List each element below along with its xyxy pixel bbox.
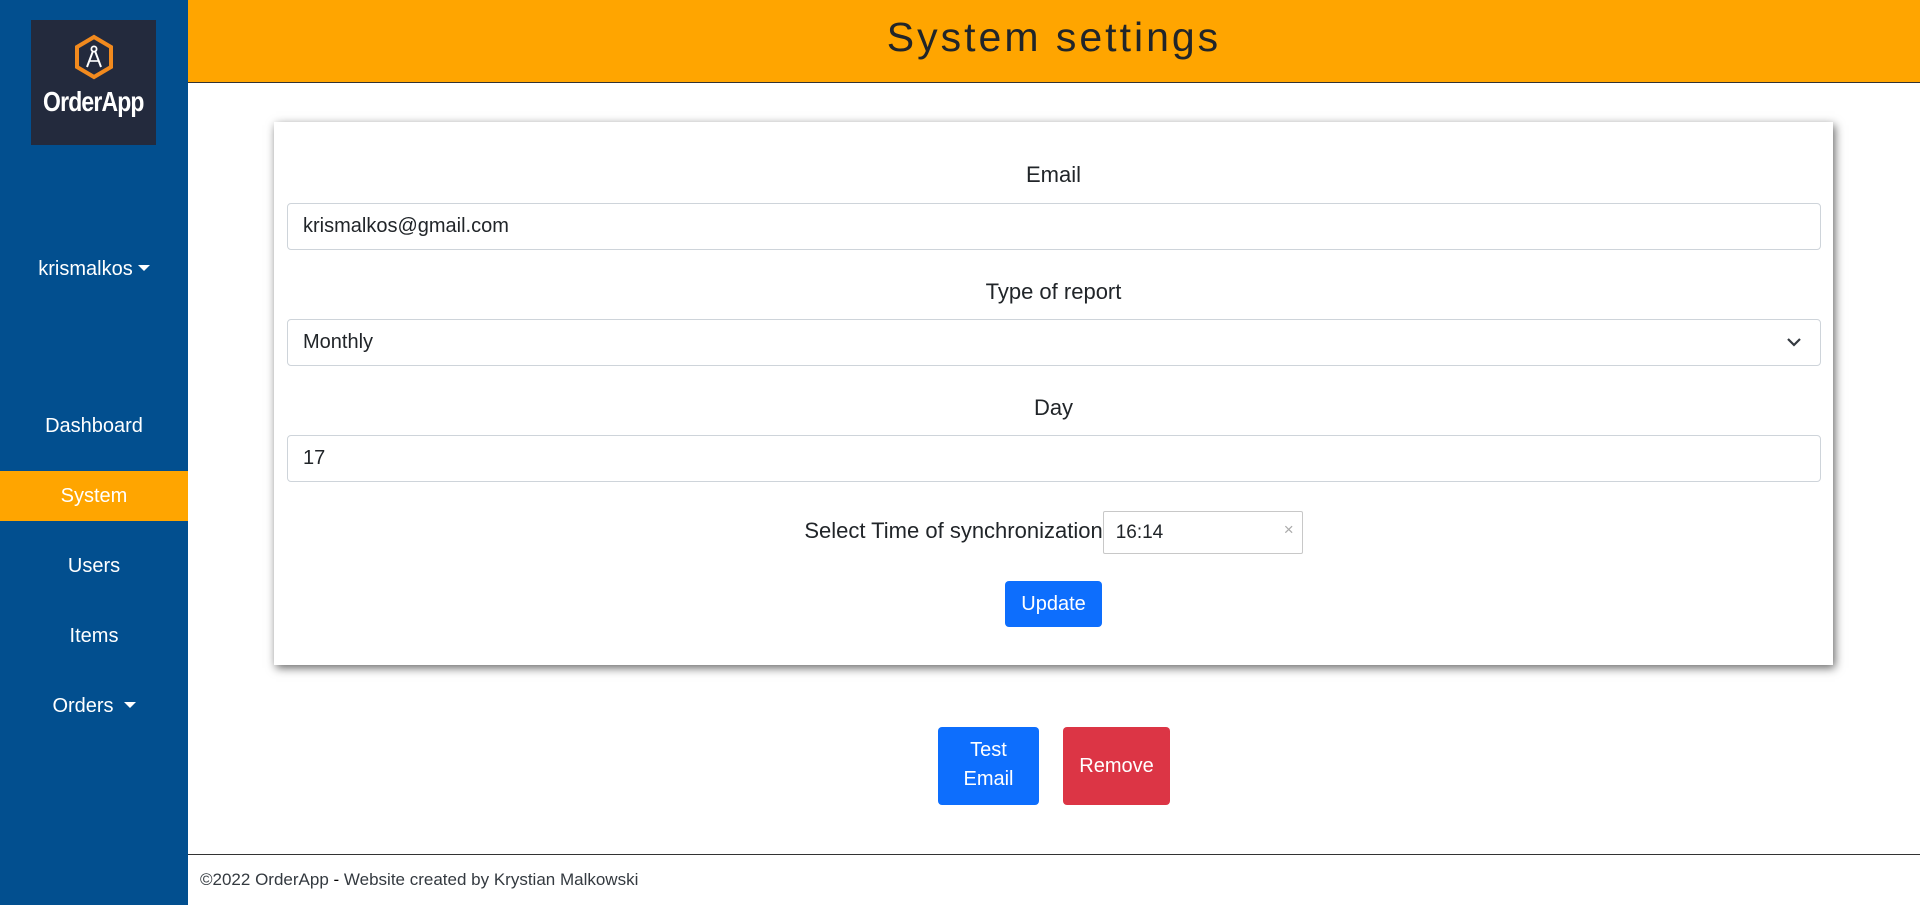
footer-copyright: ©2022 OrderApp	[200, 870, 329, 889]
day-label: Day	[1033, 395, 1074, 420]
sync-time-input[interactable]: 16:14 ×	[1102, 511, 1303, 554]
settings-card: Email krismalkos@gmail.com Type of repor…	[274, 122, 1833, 665]
update-button-label: Update	[1021, 593, 1086, 615]
logo-text: OrderApp	[43, 86, 144, 117]
page-footer: ©2022 OrderApp - Website created by Krys…	[188, 854, 1920, 905]
test-email-label-line1: Test	[970, 739, 1007, 761]
sidebar-item-label: Items	[69, 625, 119, 647]
page-title: System settings	[886, 14, 1222, 60]
user-name: krismalkos	[38, 258, 133, 280]
sidebar-item-system[interactable]: System	[0, 471, 188, 521]
caret-down-icon	[137, 264, 150, 271]
sidebar-item-label: System	[60, 485, 128, 507]
report-type-value: Monthly	[303, 331, 374, 353]
test-email-button[interactable]: Test Email	[938, 727, 1039, 805]
sidebar-item-label: Users	[67, 555, 121, 577]
remove-button-label: Remove	[1079, 755, 1154, 777]
sidebar-item-dashboard[interactable]: Dashboard	[0, 401, 188, 451]
sync-time-row: Select Time of synchronization 16:14 ×	[274, 507, 1833, 554]
app-logo[interactable]: OrderApp	[31, 20, 156, 145]
sidebar-item-users[interactable]: Users	[0, 541, 188, 591]
test-email-label-line2: Email	[963, 768, 1014, 790]
sidebar-item-orders[interactable]: Orders	[0, 681, 188, 731]
sync-time-label: Select Time of synchronization	[804, 517, 1103, 543]
chevron-down-icon	[1787, 338, 1801, 347]
sidebar-item-label: Orders	[52, 695, 114, 717]
footer-credit: Website created by Krystian Malkowski	[343, 870, 639, 889]
page-header: System settings	[188, 0, 1920, 83]
close-icon[interactable]: ×	[1284, 512, 1294, 548]
day-field[interactable]: 17	[287, 435, 1821, 482]
update-button[interactable]: Update	[1005, 581, 1102, 627]
sidebar: OrderApp krismalkos Dashboard System Use…	[0, 0, 188, 905]
caret-down-icon	[123, 701, 136, 708]
footer-separator: -	[328, 870, 344, 889]
compass-hexagon-icon	[74, 34, 113, 80]
sidebar-item-items[interactable]: Items	[0, 611, 188, 661]
remove-button[interactable]: Remove	[1063, 727, 1170, 805]
report-type-label: Type of report	[985, 279, 1122, 304]
email-value: krismalkos@gmail.com	[303, 215, 509, 237]
email-field[interactable]: krismalkos@gmail.com	[287, 203, 1821, 250]
sync-time-value: 16:14	[1115, 522, 1164, 543]
sidebar-item-label: Dashboard	[45, 415, 143, 437]
email-label: Email	[1025, 162, 1081, 187]
day-value: 17	[303, 447, 326, 469]
user-dropdown[interactable]: krismalkos	[0, 258, 188, 281]
report-type-select[interactable]: Monthly	[287, 319, 1821, 366]
